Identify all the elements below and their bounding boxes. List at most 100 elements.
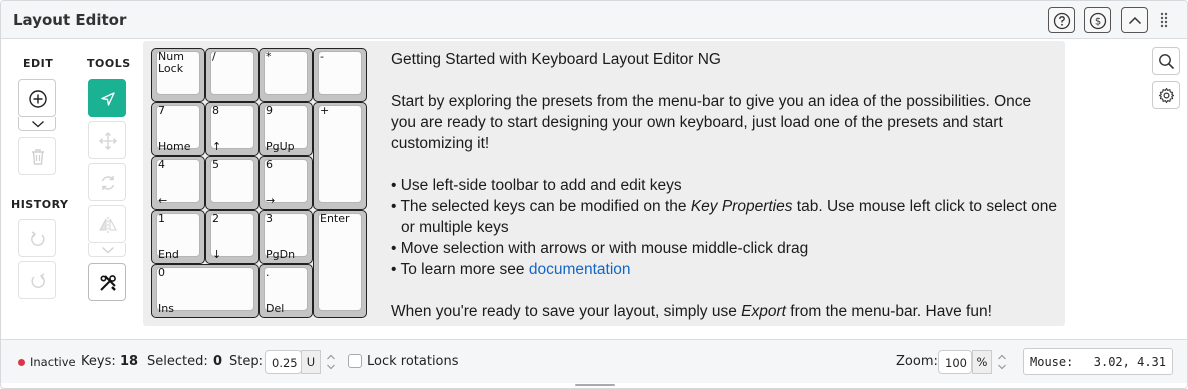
key-numlock[interactable]: Num Lock	[151, 48, 205, 102]
connection-status: Inactive	[30, 355, 76, 369]
step-unit: U	[301, 350, 321, 374]
key-top-legend: Enter	[320, 212, 350, 225]
key-bottom-legend: ↑	[212, 140, 222, 153]
step-label: Step:	[229, 354, 263, 369]
mouse-position-readout: Mouse: 3.02, 4.31	[1023, 348, 1173, 375]
key-7-home[interactable]: 7 Home	[151, 102, 205, 156]
select-tool-button[interactable]	[88, 79, 126, 117]
mirror-tool-button[interactable]	[88, 205, 126, 243]
selected-count: 0	[213, 354, 223, 369]
zoom-unit: %	[972, 350, 992, 374]
delete-key-button[interactable]	[18, 137, 56, 175]
key-divide[interactable]: /	[205, 48, 259, 102]
step-input[interactable]: 0.25	[265, 350, 302, 374]
documentation-link[interactable]: documentation	[529, 261, 631, 278]
selected-count-label: Selected:	[147, 354, 208, 369]
search-icon	[1159, 54, 1175, 70]
zoom-input[interactable]: 100	[938, 350, 972, 374]
tools-menu-button[interactable]	[88, 263, 126, 301]
key-4-left[interactable]: 4 ←	[151, 156, 205, 210]
key-top-legend: 1	[158, 212, 165, 225]
help-icon	[1053, 12, 1071, 30]
zoom-spinner-icon[interactable]	[994, 350, 1010, 374]
redo-icon	[31, 273, 45, 288]
key-multiply[interactable]: *	[259, 48, 313, 102]
lock-rotations-label: Lock rotations	[367, 354, 459, 369]
key-top-legend: 6	[266, 158, 273, 171]
key-top-legend: /	[212, 50, 216, 63]
key-bottom-legend: Del	[266, 302, 285, 315]
undo-button[interactable]	[18, 219, 56, 257]
trash-icon	[32, 149, 44, 165]
step-spinner-icon[interactable]	[323, 350, 339, 374]
help-button[interactable]	[1048, 7, 1075, 33]
status-indicator	[18, 359, 25, 366]
getting-started-help: Getting Started with Keyboard Layout Edi…	[391, 49, 1059, 322]
add-key-icon	[29, 90, 47, 108]
layout-canvas[interactable]: Num Lock / * - 7 Home 8 ↑ 9 PgUp + 4 ← 5…	[143, 41, 1065, 326]
key-5[interactable]: 5	[205, 156, 259, 210]
key-bottom-legend: ↓	[212, 248, 222, 261]
panel-header: Layout Editor $	[1, 1, 1187, 39]
key-3-pgdn[interactable]: 3 PgDn	[259, 210, 313, 264]
key-bottom-legend: →	[266, 194, 276, 207]
help-bullet: • The selected keys can be modified on t…	[391, 198, 1057, 236]
redo-button[interactable]	[18, 261, 56, 299]
rotate-tool-button[interactable]	[88, 163, 126, 201]
step-value: 0.25	[272, 356, 298, 370]
key-properties-emphasis: Key Properties	[690, 198, 793, 215]
resize-grip[interactable]	[575, 384, 615, 386]
mouse-coordinates: 3.02, 4.31	[1093, 355, 1166, 369]
mirror-dropdown[interactable]	[88, 243, 126, 257]
key-6-right[interactable]: 6 →	[259, 156, 313, 210]
keycap	[210, 51, 254, 95]
help-heading: Getting Started with Keyboard Layout Edi…	[391, 51, 721, 68]
add-key-dropdown[interactable]	[18, 117, 56, 131]
key-enter[interactable]: Enter	[313, 210, 367, 318]
keys-count-label: Keys:	[81, 354, 116, 369]
keys-count: 18	[120, 354, 139, 369]
key-bottom-legend: ←	[158, 194, 168, 207]
help-outro: When you're ready to save your layout, s…	[391, 303, 992, 320]
key-9-pgup[interactable]: 9 PgUp	[259, 102, 313, 156]
key-top-legend: 0	[158, 266, 165, 279]
key-subtract[interactable]: -	[313, 48, 367, 102]
search-button[interactable]	[1152, 47, 1180, 75]
keycap	[318, 105, 362, 203]
keycap	[318, 51, 362, 95]
key-top-legend: 7	[158, 104, 165, 117]
key-top-legend: +	[320, 104, 330, 117]
help-bullet: • To learn more see documentation	[391, 261, 631, 278]
collapse-button[interactable]	[1121, 7, 1148, 33]
lock-rotations-checkbox[interactable]	[348, 354, 362, 368]
tools-section-label: TOOLS	[87, 57, 131, 70]
export-emphasis: Export	[741, 303, 786, 320]
history-section-label: HISTORY	[11, 198, 69, 211]
key-2-down[interactable]: 2 ↓	[205, 210, 259, 264]
zoom-value: 100	[945, 356, 967, 370]
edit-section-label: EDIT	[23, 57, 54, 70]
settings-button[interactable]	[1152, 81, 1180, 109]
move-tool-button[interactable]	[88, 121, 126, 159]
donate-button[interactable]: $	[1084, 7, 1111, 33]
key-bottom-legend: PgUp	[266, 140, 295, 153]
dollar-icon: $	[1089, 12, 1107, 30]
key-bottom-legend: Ins	[158, 302, 174, 315]
key-decimal-del[interactable]: . Del	[259, 264, 313, 318]
help-bullet: • Use left-side toolbar to add and edit …	[391, 177, 682, 194]
key-8-up[interactable]: 8 ↑	[205, 102, 259, 156]
key-1-end[interactable]: 1 End	[151, 210, 205, 264]
drag-handle-icon[interactable]	[1159, 12, 1169, 28]
key-top-legend: 2	[212, 212, 219, 225]
key-0-ins[interactable]: 0 Ins	[151, 264, 259, 318]
key-add[interactable]: +	[313, 102, 367, 210]
keycap	[318, 213, 362, 311]
add-key-button[interactable]	[18, 79, 56, 117]
undo-icon	[31, 231, 45, 246]
key-top-legend: Num Lock	[158, 50, 184, 75]
zoom-label: Zoom:	[896, 354, 938, 369]
mirror-icon	[99, 217, 117, 233]
key-top-legend: 9	[266, 104, 273, 117]
help-bullet: • Move selection with arrows or with mou…	[391, 240, 809, 257]
key-top-legend: -	[320, 50, 324, 63]
